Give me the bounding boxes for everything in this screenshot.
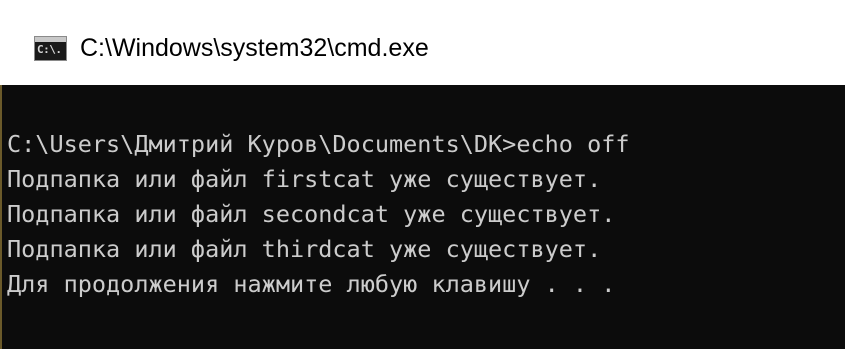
console-line-message: Подпапка или файл secondcat уже существу… [7,200,616,228]
console-line-pause: Для продолжения нажмите любую клавишу . … [7,270,616,298]
window-left-border [0,85,2,349]
icon-glyph: C:\. [37,43,62,56]
console-line-prompt: C:\Users\Дмитрий Куров\Documents\DK>echo… [7,130,630,158]
icon-title-strip [35,37,66,42]
cmd-console-icon[interactable]: C:\. [34,36,67,61]
title-bar[interactable]: C:\. C:\Windows\system32\cmd.exe [0,0,845,85]
console-line-message: Подпапка или файл thirdcat уже существуе… [7,235,602,263]
console-line-message: Подпапка или файл firstcat уже существуе… [7,165,602,193]
window-title: C:\Windows\system32\cmd.exe [80,34,429,62]
console-output-area[interactable]: C:\Users\Дмитрий Куров\Documents\DK>echo… [0,85,845,349]
cmd-window: C:\. C:\Windows\system32\cmd.exe C:\User… [0,0,845,349]
console-lines: C:\Users\Дмитрий Куров\Documents\DK>echo… [7,127,630,302]
